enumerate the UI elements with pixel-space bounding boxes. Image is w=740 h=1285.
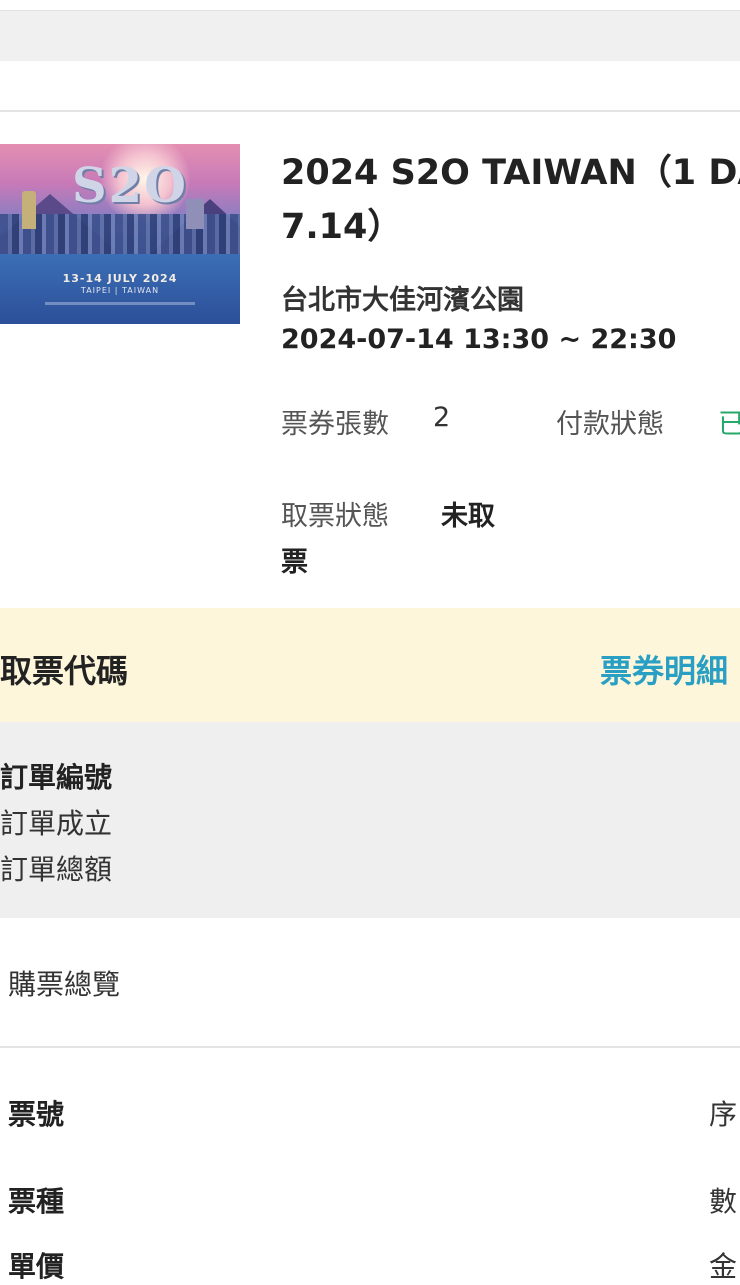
payment-status-value: 已 xyxy=(718,409,740,440)
pickup-status-value-line2: 票 xyxy=(281,547,308,578)
poster-tower xyxy=(22,191,36,229)
ticket-details-link[interactable]: 票券明細 xyxy=(600,646,728,692)
order-created-label: 訂單成立 xyxy=(0,807,113,840)
divider xyxy=(0,110,740,112)
purchase-overview-heading: 購票總覽 xyxy=(8,968,121,1001)
unit-price-label: 單價 xyxy=(8,1250,65,1283)
order-summary: 訂單編號 訂單成立 訂單總額 xyxy=(0,722,740,918)
order-number-label: 訂單編號 xyxy=(0,761,113,794)
poster-date: 13-14 JULY 2024 xyxy=(62,272,178,285)
ticket-number-label: 票號 xyxy=(8,1098,65,1131)
event-datetime: 2024-07-14 13:30 ~ 22:30 xyxy=(281,324,677,355)
ticket-type-label: 票種 xyxy=(8,1185,65,1218)
pickup-code-band: 取票代碼 票券明細 xyxy=(0,608,740,722)
poster-fine-print xyxy=(45,302,195,305)
sequence-label: 序 xyxy=(709,1098,738,1131)
order-total-label: 訂單總額 xyxy=(0,853,113,886)
poster-city: TAIPEI | TAIWAN xyxy=(80,286,160,295)
divider xyxy=(0,1046,740,1048)
event-title: 2024 S2O TAIWAN（1 DA 7.14） xyxy=(281,146,740,254)
poster-logo: S2O xyxy=(72,158,188,214)
event-title-line1: 2024 S2O TAIWAN（1 DA xyxy=(281,153,740,193)
top-bar xyxy=(0,10,740,61)
quantity-label: 數 xyxy=(709,1185,738,1218)
poster-tower xyxy=(186,199,204,229)
ticket-qty-label: 票券張數 xyxy=(281,409,389,440)
event-poster-image: S2O 13-14 JULY 2024 TAIPEI | TAIWAN xyxy=(0,144,240,324)
event-title-line2: 7.14） xyxy=(281,207,403,247)
pickup-code-label: 取票代碼 xyxy=(0,652,129,690)
payment-status-label: 付款狀態 xyxy=(556,409,664,440)
pickup-status-label: 取票狀態 xyxy=(281,501,389,532)
ticket-qty-value: 2 xyxy=(433,402,451,433)
event-venue: 台北市大佳河濱公園 xyxy=(281,285,524,316)
amount-label: 金 xyxy=(709,1250,738,1283)
poster-skyline xyxy=(0,214,240,254)
pickup-status-value-line1: 未取 xyxy=(441,501,495,532)
